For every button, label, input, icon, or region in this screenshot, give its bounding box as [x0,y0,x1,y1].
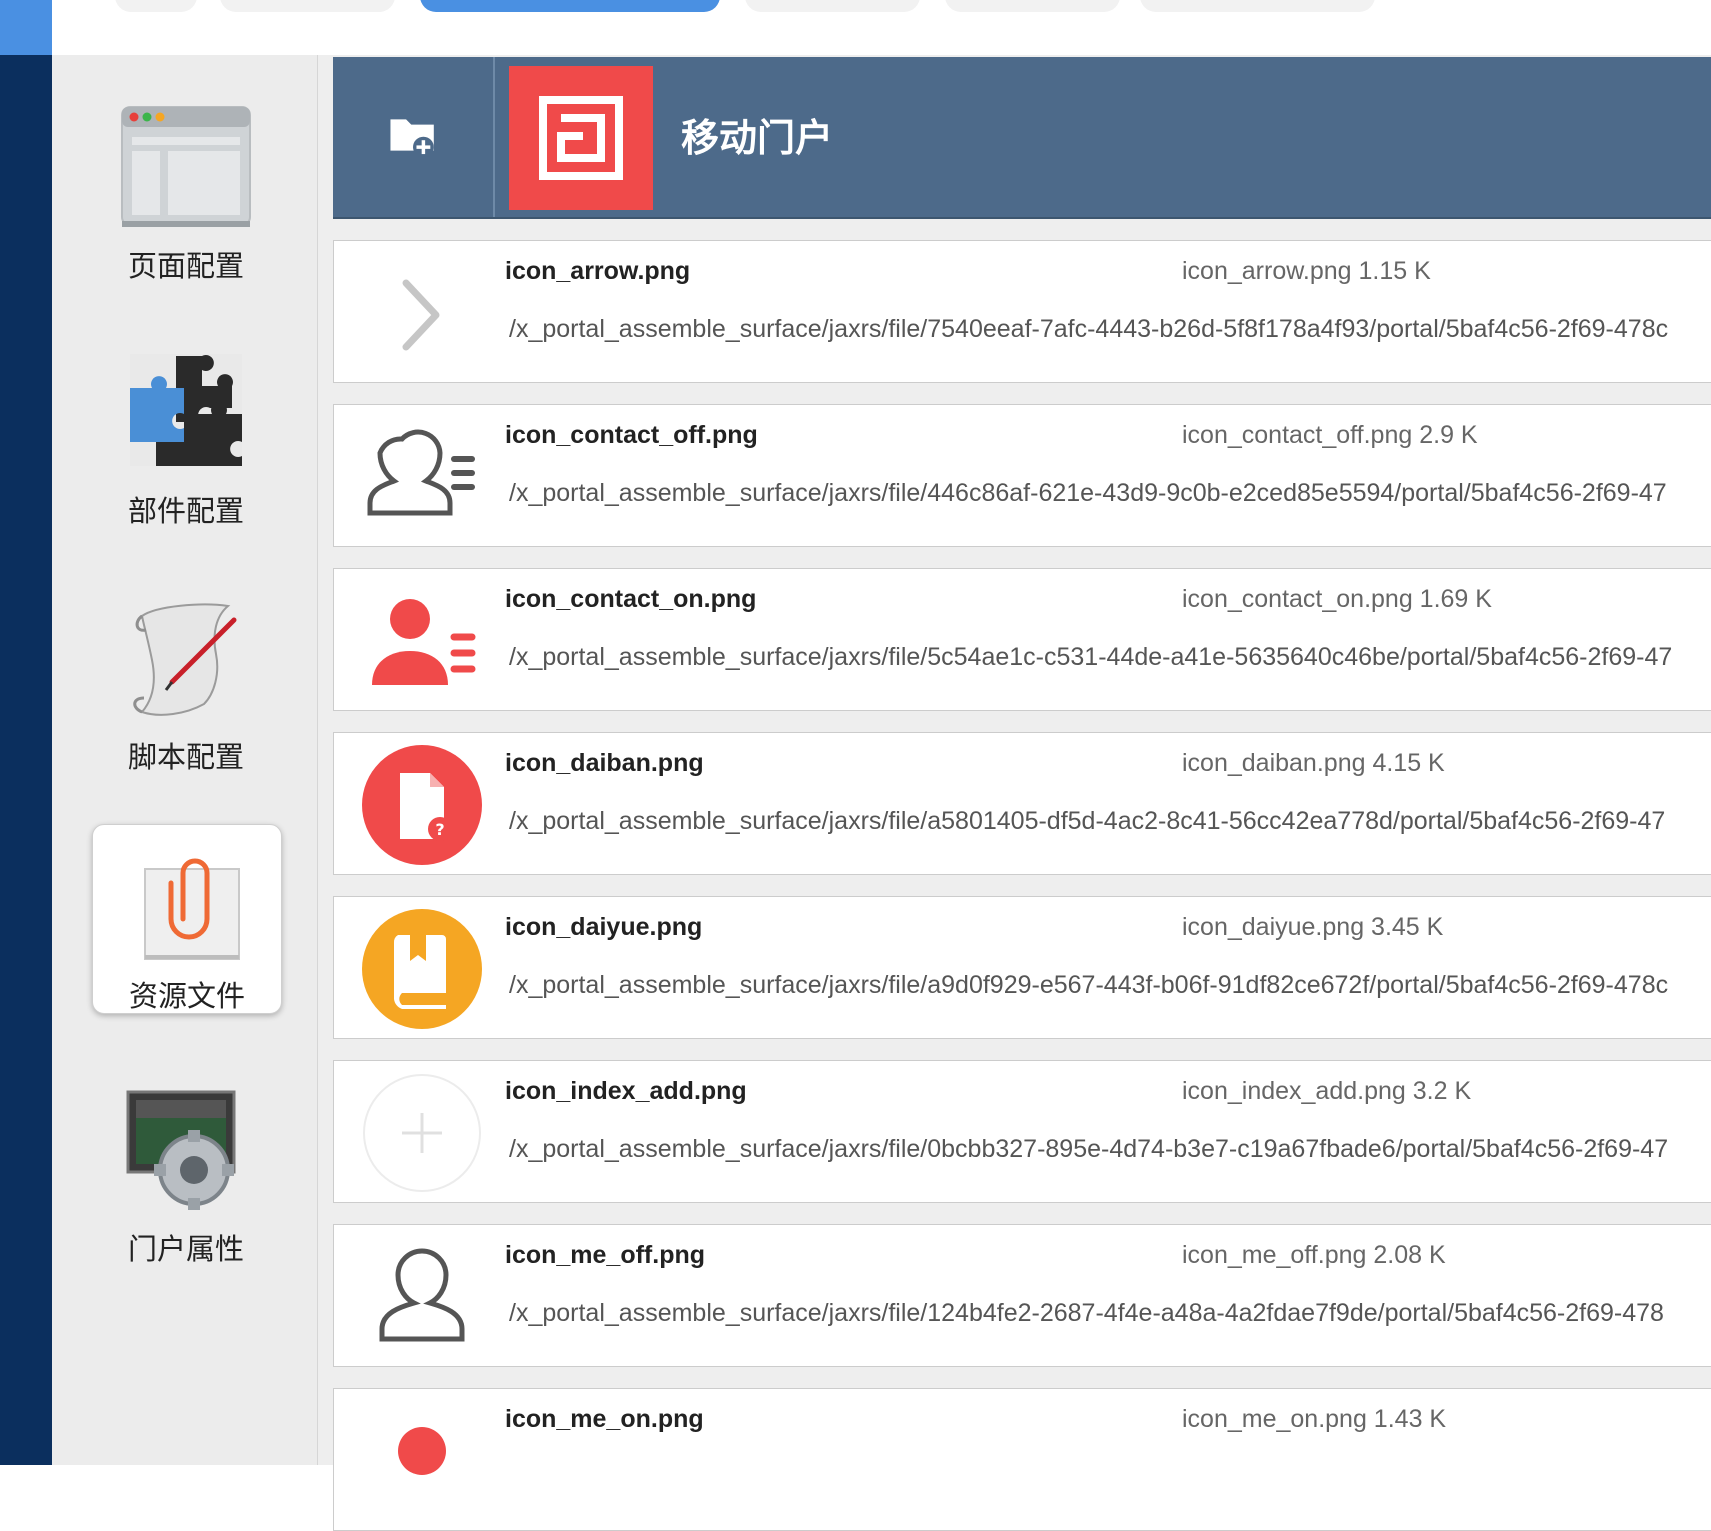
page-layout-icon [121,106,251,227]
file-size-info: icon_arrow.png 1.15 K [1182,257,1431,285]
file-path: /x_portal_assemble_surface/jaxrs/file/a5… [509,807,1666,835]
person-filled-icon [398,1427,446,1475]
file-name: icon_me_on.png [505,1405,704,1433]
file-path: /x_portal_assemble_surface/jaxrs/file/44… [509,479,1667,507]
todo-document-icon: ? [362,745,482,865]
top-tab[interactable] [115,0,197,12]
chevron-right-icon [402,279,440,351]
tool-script-config[interactable]: 脚本配置 [92,594,280,782]
person-outline-icon [379,1248,465,1342]
file-name: icon_me_off.png [505,1241,706,1269]
file-name: icon_daiyue.png [505,913,703,941]
file-row[interactable]: icon_index_add.png icon_index_add.png 3.… [333,1060,1711,1203]
file-row[interactable]: icon_me_off.png icon_me_off.png 2.08 K /… [333,1224,1711,1367]
tool-label: 脚本配置 [127,740,244,774]
file-row[interactable]: ? icon_daiban.png icon_daiban.png 4.15 K… [333,732,1711,875]
file-size-info: icon_contact_off.png 2.9 K [1182,421,1478,449]
file-name: icon_arrow.png [505,257,691,285]
file-name: icon_contact_on.png [505,585,757,613]
file-size-info: icon_contact_on.png 1.69 K [1182,585,1492,613]
top-tab[interactable] [1140,0,1375,12]
file-row[interactable]: icon_contact_off.png icon_contact_off.pn… [333,404,1711,547]
file-size-info: icon_index_add.png 3.2 K [1182,1077,1472,1105]
file-path: /x_portal_assemble_surface/jaxrs/file/a9… [509,971,1669,999]
tool-panel: 页面配置 部件配置 脚本配置 资源文件 门户属性 [52,55,318,1465]
folder-add-icon [390,119,434,158]
file-row[interactable]: icon_contact_on.png icon_contact_on.png … [333,568,1711,711]
file-name: icon_daiban.png [505,749,704,777]
portal-logo-icon [539,96,623,180]
file-name: icon_index_add.png [505,1077,747,1105]
top-tab-active[interactable] [420,0,720,12]
file-size-info: icon_me_on.png 1.43 K [1182,1405,1447,1433]
add-file-button[interactable] [333,57,495,217]
file-name: icon_contact_off.png [505,421,758,449]
file-size-info: icon_me_off.png 2.08 K [1182,1241,1446,1269]
portal-header: 移动门户 [333,57,1711,219]
tool-label: 页面配置 [127,249,244,283]
book-icon [362,909,482,1029]
file-size-info: icon_daiyue.png 3.45 K [1182,913,1444,941]
top-tab[interactable] [745,0,920,12]
top-tab-bar [0,0,1711,56]
file-path: /x_portal_assemble_surface/jaxrs/file/0b… [509,1135,1669,1163]
file-path: /x_portal_assemble_surface/jaxrs/file/12… [509,1299,1664,1327]
top-left-corner [0,0,52,55]
left-navigation-edge [0,55,52,1465]
file-row[interactable]: icon_arrow.png icon_arrow.png 1.15 K /x_… [333,240,1711,383]
script-scroll-icon [133,603,237,716]
tool-label: 资源文件 [128,979,245,1013]
tool-page-config[interactable]: 页面配置 [92,103,280,291]
tool-portal-properties[interactable]: 门户属性 [92,1086,280,1274]
gear-monitor-icon [126,1090,236,1210]
tool-widget-config[interactable]: 部件配置 [92,348,280,536]
contact-outline-icon [367,429,475,516]
top-tab[interactable] [220,0,395,12]
file-row[interactable]: icon_me_on.png icon_me_on.png 1.43 K [333,1388,1711,1531]
resource-content-area: 移动门户 icon_arrow.png icon_arrow.png 1.15 … [318,55,1711,1531]
puzzle-icon [130,354,242,466]
tool-label: 门户属性 [127,1232,244,1266]
file-size-info: icon_daiban.png 4.15 K [1182,749,1445,777]
plus-circle-icon [363,1074,481,1192]
svg-text:?: ? [435,820,444,839]
top-tab[interactable] [945,0,1120,12]
paperclip-file-icon [144,858,240,960]
tool-label: 部件配置 [127,494,244,528]
portal-title: 移动门户 [681,116,834,160]
file-path: /x_portal_assemble_surface/jaxrs/file/5c… [509,643,1673,671]
file-path: /x_portal_assemble_surface/jaxrs/file/75… [509,315,1669,343]
portal-logo [509,66,653,210]
file-row[interactable]: icon_daiyue.png icon_daiyue.png 3.45 K /… [333,896,1711,1039]
contact-filled-icon [372,599,476,685]
tool-resource-files[interactable]: 资源文件 [92,824,282,1014]
